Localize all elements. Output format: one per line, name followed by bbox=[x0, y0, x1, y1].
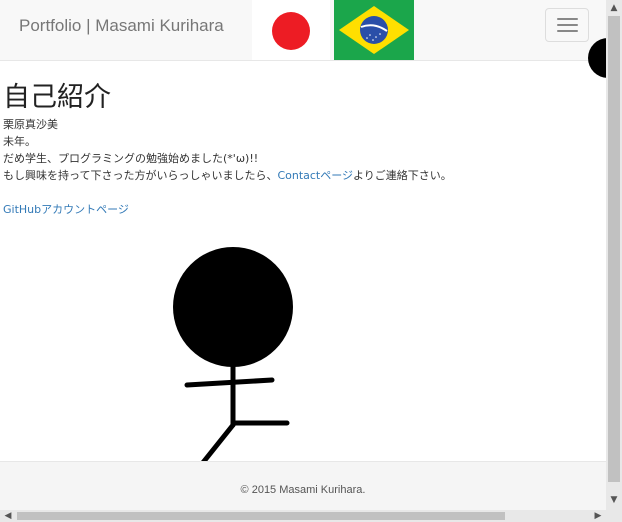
name-line: 栗原真沙美 bbox=[3, 118, 58, 131]
brazil-flag[interactable] bbox=[334, 0, 414, 60]
navbar-toggle-button[interactable] bbox=[545, 8, 589, 42]
page: Portfolio | Masami Kurihara 自己紹介 栗原真沙美 未… bbox=[0, 0, 606, 510]
stick-figure-image bbox=[173, 247, 293, 478]
scroll-up-icon[interactable]: ▲ bbox=[606, 0, 622, 16]
scroll-right-icon[interactable]: ▶ bbox=[590, 510, 606, 522]
github-link[interactable]: GitHubアカウントページ bbox=[3, 203, 129, 216]
contact-link[interactable]: Contactページ bbox=[277, 169, 353, 182]
brand-link[interactable]: Portfolio | Masami Kurihara bbox=[19, 16, 224, 36]
scroll-down-icon[interactable]: ▼ bbox=[606, 492, 622, 508]
japan-flag-sun bbox=[272, 12, 310, 50]
birth-year-line: 未年。 bbox=[3, 135, 36, 148]
horizontal-scroll-thumb[interactable] bbox=[17, 512, 505, 520]
contact-prefix: もし興味を持って下さった方がいらっしゃいましたら、 bbox=[3, 169, 278, 182]
horizontal-scrollbar[interactable]: ◀ ▶ bbox=[0, 510, 606, 522]
japan-flag[interactable] bbox=[252, 0, 330, 60]
copyright-text: © 2015 Masami Kurihara. bbox=[240, 484, 366, 496]
navbar: Portfolio | Masami Kurihara bbox=[0, 0, 606, 61]
hamburger-menu-icon bbox=[557, 18, 578, 20]
vertical-scroll-thumb[interactable] bbox=[608, 16, 620, 482]
vertical-scrollbar[interactable]: ▲ ▼ bbox=[606, 0, 622, 510]
contact-line: もし興味を持って下さった方がいらっしゃいましたら、Contactページよりご連絡… bbox=[3, 167, 603, 184]
scroll-left-icon[interactable]: ◀ bbox=[0, 510, 16, 522]
contact-suffix: よりご連絡下さい。 bbox=[353, 169, 452, 182]
main-content: 自己紹介 栗原真沙美 未年。 だめ学生、プログラミングの勉強始めました(*'ω)… bbox=[3, 80, 603, 218]
intro-line: だめ学生、プログラミングの勉強始めました(*'ω)!! bbox=[3, 152, 259, 165]
page-title: 自己紹介 bbox=[3, 82, 111, 113]
footer: © 2015 Masami Kurihara. bbox=[0, 461, 606, 510]
